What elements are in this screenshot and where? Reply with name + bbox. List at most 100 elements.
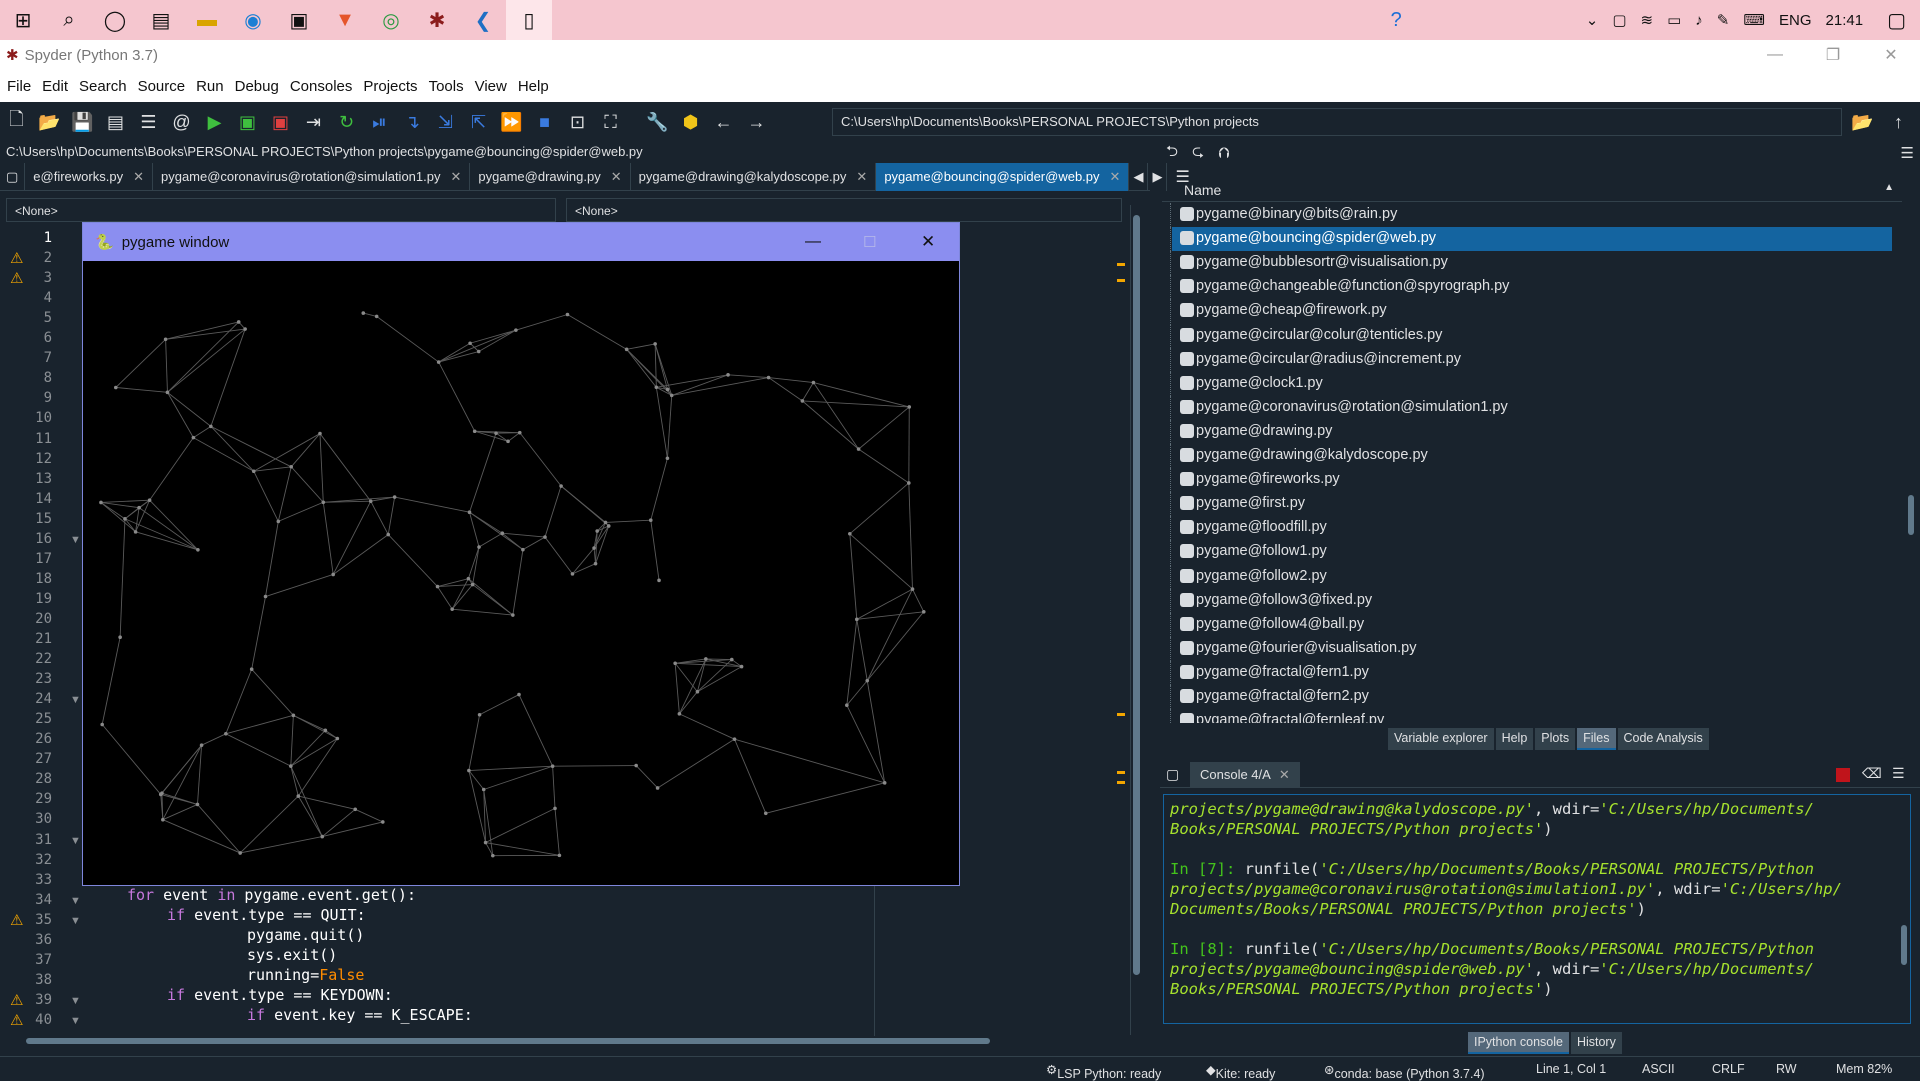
back-icon[interactable]: ← <box>707 105 740 139</box>
file-item[interactable]: pygame@first.py <box>1172 492 1892 516</box>
tab-kalydoscope[interactable]: pygame@drawing@kalydoscope.py✕ <box>631 163 877 191</box>
tab-coronavirus[interactable]: pygame@coronavirus@rotation@simulation1.… <box>153 163 470 191</box>
menu-tools[interactable]: Tools <box>422 78 468 95</box>
restore-icon[interactable]: ❐ <box>1804 45 1862 65</box>
run-icon[interactable]: ▶ <box>198 105 231 139</box>
menu-debug[interactable]: Debug <box>228 78 283 95</box>
step-return-icon[interactable]: ⇱ <box>462 105 495 139</box>
scroll-thumb[interactable] <box>1908 495 1914 535</box>
file-item[interactable]: pygame@follow2.py <box>1172 565 1892 589</box>
tab-history[interactable]: History <box>1571 1032 1622 1054</box>
close-tab-icon[interactable]: ✕ <box>856 169 867 184</box>
warning-icon[interactable]: ⚠ <box>10 249 23 267</box>
fold-icon[interactable]: ▼ <box>70 694 81 706</box>
file-item[interactable]: pygame@circular@radius@increment.py <box>1172 348 1892 372</box>
file-item[interactable]: pygame@fireworks.py <box>1172 468 1892 492</box>
fold-icon[interactable]: ▼ <box>70 915 81 927</box>
options-menu-icon[interactable]: ☰ <box>1901 144 1920 162</box>
open-file-icon[interactable]: 📂 <box>33 105 66 139</box>
at-icon[interactable]: @ <box>165 105 198 139</box>
keyboard-icon[interactable]: ⌨ <box>1743 11 1765 29</box>
tab-drawing[interactable]: pygame@drawing.py✕ <box>470 163 630 191</box>
up-icon[interactable]: ⮉ <box>1218 145 1229 162</box>
file-item[interactable]: pygame@coronavirus@rotation@simulation1.… <box>1172 396 1892 420</box>
file-item[interactable]: pygame@drawing.py <box>1172 420 1892 444</box>
tab-plots[interactable]: Plots <box>1535 728 1575 750</box>
spyder-app-icon[interactable]: ✱ <box>414 0 460 40</box>
run-selection-icon[interactable]: ⇥ <box>297 105 330 139</box>
pygame-window[interactable]: 🐍 pygame window — ☐ ✕ <box>82 222 960 886</box>
python-path-icon[interactable]: ⬢ <box>674 105 707 139</box>
minimize-icon[interactable]: — <box>1746 46 1804 64</box>
scroll-thumb[interactable] <box>26 1038 990 1044</box>
editor-horizontal-scrollbar[interactable] <box>10 1036 1130 1046</box>
file-item[interactable]: pygame@floodfill.py <box>1172 516 1892 540</box>
menu-help[interactable]: Help <box>511 78 553 95</box>
save-icon[interactable]: 💾 <box>66 105 99 139</box>
maximize-icon[interactable]: ☐ <box>863 233 876 251</box>
close-tab-icon[interactable]: ✕ <box>1279 767 1290 782</box>
fold-icon[interactable]: ▼ <box>70 995 81 1007</box>
pygame-titlebar[interactable]: 🐍 pygame window — ☐ ✕ <box>83 223 959 261</box>
console-scrollbar[interactable] <box>1901 925 1907 965</box>
forward-icon[interactable]: ⮎ <box>1192 141 1204 166</box>
file-explorer-icon[interactable]: ▬ <box>184 0 230 40</box>
step-icon[interactable]: ↴ <box>396 105 429 139</box>
tab-help[interactable]: Help <box>1496 728 1534 750</box>
class-selector[interactable]: <None> <box>6 198 556 222</box>
menu-consoles[interactable]: Consoles <box>283 78 357 95</box>
close-icon[interactable]: ✕ <box>921 232 935 252</box>
fold-icon[interactable]: ▼ <box>70 835 81 847</box>
clear-console-icon[interactable]: ⌫ <box>1862 765 1882 782</box>
file-item[interactable]: pygame@circular@colur@tenticles.py <box>1172 324 1892 348</box>
file-item[interactable]: pygame@fractal@fern2.py <box>1172 685 1892 709</box>
tab-spider-web[interactable]: pygame@bouncing@spider@web.py✕ <box>876 163 1129 191</box>
tab-code-analysis[interactable]: Code Analysis <box>1618 728 1709 750</box>
stop-icon[interactable]: ■ <box>528 105 561 139</box>
forward-icon[interactable]: → <box>740 105 773 139</box>
brave-icon[interactable]: ▼ <box>322 0 368 40</box>
file-item[interactable]: pygame@clock1.py <box>1172 372 1892 396</box>
fold-icon[interactable]: ▼ <box>70 895 81 907</box>
maximize-pane-icon[interactable]: ⊡ <box>561 105 594 139</box>
task-view-icon[interactable]: ▤ <box>138 0 184 40</box>
tab-ipython-console[interactable]: IPython console <box>1468 1032 1569 1054</box>
volume-icon[interactable]: ♪ <box>1695 12 1703 29</box>
tab-files[interactable]: Files <box>1577 728 1615 750</box>
run-cell-advance-icon[interactable]: ▣ <box>264 105 297 139</box>
onedrive-icon[interactable]: ▢ <box>1612 11 1626 29</box>
menu-run[interactable]: Run <box>189 78 228 95</box>
rerun-icon[interactable]: ↻ <box>330 105 363 139</box>
pen-icon[interactable]: ✎ <box>1717 11 1730 29</box>
editor-vertical-scrollbar[interactable] <box>1130 205 1142 1035</box>
menu-view[interactable]: View <box>468 78 511 95</box>
notification-icon[interactable]: ▢ <box>1887 8 1906 33</box>
store-icon[interactable]: ▣ <box>276 0 322 40</box>
ipython-console[interactable]: projects/pygame@drawing@kalydoscope.py',… <box>1163 794 1911 1024</box>
kite-status[interactable]: ◆ Kite: ready <box>1206 1062 1216 1077</box>
clock[interactable]: 21:41 <box>1826 12 1864 29</box>
vscode-icon[interactable]: ❮ <box>460 0 506 40</box>
tab-browse-icon[interactable]: ▢ <box>0 163 25 191</box>
wifi-icon[interactable]: ≋ <box>1641 11 1654 29</box>
chevron-up-icon[interactable]: ⌄ <box>1586 11 1599 29</box>
console-browse-icon[interactable]: ▢ <box>1166 766 1179 783</box>
pygame-canvas[interactable] <box>83 261 959 885</box>
pygame-app-icon[interactable]: ▯ <box>506 0 552 40</box>
file-item[interactable]: pygame@follow3@fixed.py <box>1172 589 1892 613</box>
warning-icon[interactable]: ⚠ <box>10 269 23 287</box>
chrome-icon[interactable]: ◎ <box>368 0 414 40</box>
file-item[interactable]: pygame@bubblesortr@visualisation.py <box>1172 251 1892 275</box>
minimize-icon[interactable]: — <box>805 233 821 251</box>
search-icon[interactable]: ⌕ <box>46 0 92 40</box>
file-item[interactable]: pygame@follow1.py <box>1172 540 1892 564</box>
warning-icon[interactable]: ⚠ <box>10 991 23 1009</box>
file-item[interactable]: pygame@bouncing@spider@web.py <box>1172 227 1892 251</box>
file-item[interactable]: pygame@cheap@firework.py <box>1172 299 1892 323</box>
tab-fireworks[interactable]: e@fireworks.py✕ <box>25 163 153 191</box>
tab-console[interactable]: Console 4/A✕ <box>1190 762 1300 788</box>
menu-edit[interactable]: Edit <box>35 78 72 95</box>
files-scrollbar[interactable] <box>1906 180 1916 720</box>
debug-icon[interactable]: ⏯ <box>363 105 396 139</box>
close-tab-icon[interactable]: ✕ <box>133 169 144 184</box>
